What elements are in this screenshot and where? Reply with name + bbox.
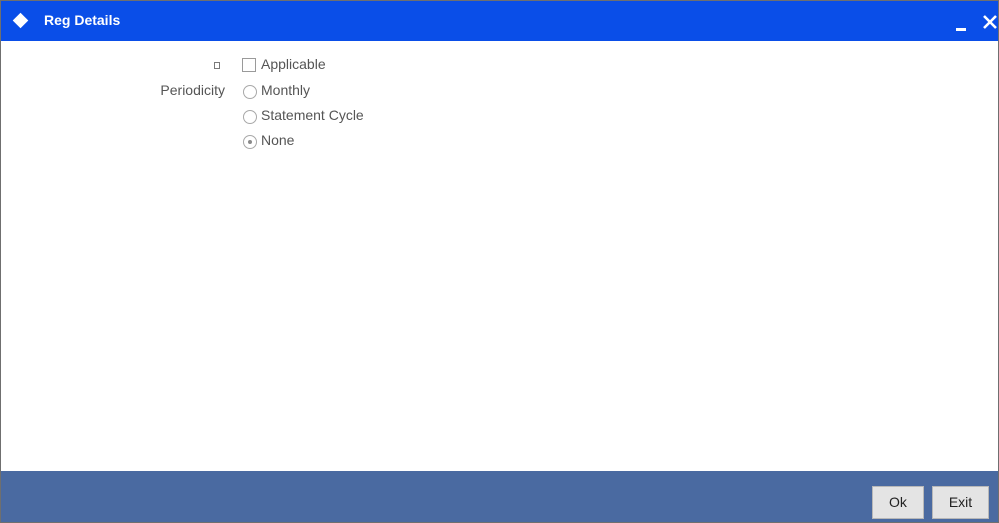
radio-statement-cycle[interactable] xyxy=(243,110,257,124)
exit-button[interactable]: Exit xyxy=(932,486,989,519)
option-none-label: None xyxy=(261,132,295,148)
footer-bar: Ok Exit xyxy=(1,471,998,522)
diamond-icon xyxy=(12,12,29,29)
ok-button[interactable]: Ok xyxy=(872,486,924,519)
field-marker xyxy=(214,62,220,69)
window-title: Reg Details xyxy=(44,12,121,28)
applicable-checkbox[interactable] xyxy=(242,58,256,72)
periodicity-label: Periodicity xyxy=(160,82,225,98)
option-monthly-label: Monthly xyxy=(261,82,311,98)
option-statement-cycle-label: Statement Cycle xyxy=(261,107,364,123)
minimize-button[interactable] xyxy=(952,15,972,35)
radio-monthly[interactable] xyxy=(243,85,257,99)
close-icon xyxy=(983,15,997,29)
reg-details-window: Reg Details Applicable Periodicity Month… xyxy=(0,0,999,523)
applicable-label: Applicable xyxy=(261,56,326,72)
title-bar: Reg Details xyxy=(1,1,998,41)
radio-none[interactable] xyxy=(243,135,257,149)
close-button[interactable] xyxy=(979,10,999,32)
